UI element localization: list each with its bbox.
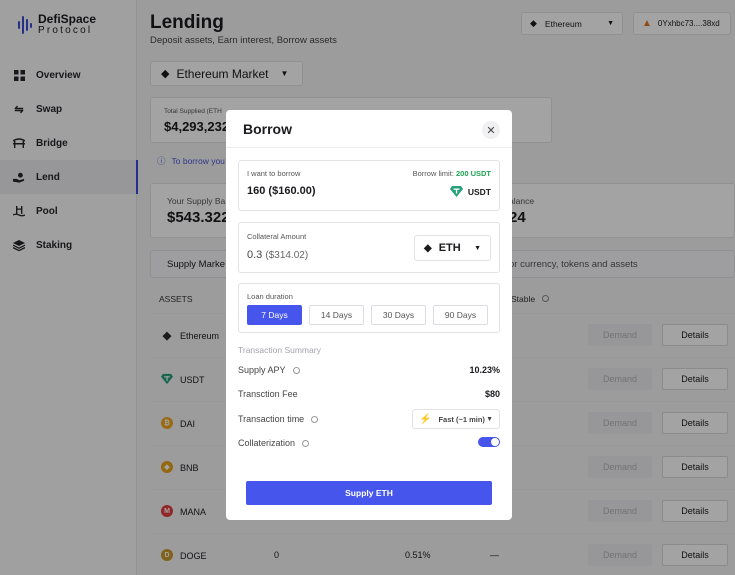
borrow-modal: Borrow ✕ I want to borrow Borrow limit: … [226,110,512,520]
borrow-amount-box: I want to borrow Borrow limit: 200 USDT … [238,160,500,211]
borrow-amount: 160 [247,185,266,197]
collateral-label: Collateral Amount [247,232,307,241]
collateral-token: ETH [438,242,461,254]
close-icon: ✕ [486,124,496,137]
collateral-box: Collateral Amount 0.3 ($314.02) ◆ ETH ▼ [238,222,500,273]
borrow-limit: Borrow limit: 200 USDT [413,169,491,178]
help-icon [302,439,310,447]
duration-label: Loan duration [247,292,293,301]
ethereum-icon: ◆ [424,242,432,254]
borrow-token: USDT [449,186,491,197]
divider [226,147,512,148]
chevron-down-icon: ▼ [486,415,493,423]
collateral-amount: 0.3 [247,249,263,261]
modal-title: Borrow [243,121,292,137]
duration-7-days[interactable]: 7 Days [247,305,302,325]
duration-options: 7 Days 14 Days 30 Days 90 Days [247,305,495,325]
duration-14-days[interactable]: 14 Days [309,305,364,325]
fee-value: $80 [484,389,500,399]
duration-30-days[interactable]: 30 Days [371,305,426,325]
supply-eth-button[interactable]: Supply ETH [246,481,492,505]
supply-apy-label: Supply APY [238,365,286,375]
want-label: I want to borrow [247,169,301,178]
time-row: Transaction time ⚡ Fast (~1 min) ▼ [238,409,500,429]
supply-apy-value: 10.23% [469,365,500,375]
collaterization-toggle[interactable] [478,437,500,447]
time-label: Transaction time [238,414,305,424]
lightning-icon: ⚡ [419,413,432,425]
duration-90-days[interactable]: 90 Days [433,305,488,325]
speed-label: Fast (~1 min) [438,414,485,424]
supply-apy-row: Supply APY 10.23% [238,363,500,379]
chevron-down-icon: ▼ [474,244,481,252]
summary-title: Transaction Summary [238,345,321,355]
speed-select[interactable]: ⚡ Fast (~1 min) ▼ [412,409,500,429]
collat-label: Collaterization [238,438,296,448]
fee-label: Transction Fee [238,389,298,399]
help-icon [292,366,300,374]
collateral-input[interactable]: 0.3 ($314.02) [247,249,308,261]
borrow-limit-label: Borrow limit: [412,169,454,178]
collaterization-row: Collaterization [238,436,500,452]
collateral-token-select[interactable]: ◆ ETH ▼ [414,235,491,261]
tether-icon [449,186,463,197]
fee-row: Transction Fee $80 [238,387,500,403]
collateral-fiat: ($314.02) [265,250,309,261]
help-icon [311,415,319,423]
close-button[interactable]: ✕ [482,121,500,139]
borrow-amount-input[interactable]: 160 ($160.00) [247,185,316,197]
borrow-fiat: ($160.00) [268,185,316,197]
borrow-token-label: USDT [467,186,491,197]
borrow-limit-value: 200 USDT [455,169,491,178]
loan-duration-box: Loan duration 7 Days 14 Days 30 Days 90 … [238,283,500,333]
